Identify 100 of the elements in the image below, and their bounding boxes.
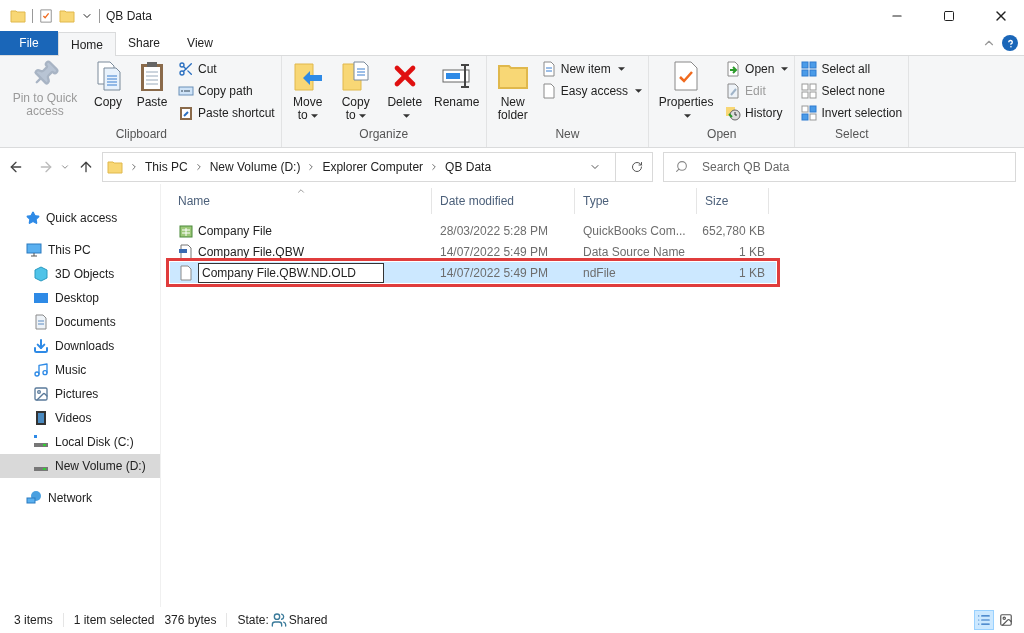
group-label: Select (834, 126, 870, 143)
ribbon-button[interactable]: Easy access (538, 80, 645, 102)
state-value: Shared (288, 612, 328, 629)
blank-file-icon (178, 264, 194, 281)
ribbon-button[interactable]: History (723, 102, 791, 124)
properties-icon[interactable] (39, 8, 53, 24)
star-icon (26, 211, 40, 225)
size-cell-text: 1 KB (738, 243, 766, 261)
ribbon-button[interactable]: Move to (285, 56, 330, 122)
ribbon-button[interactable]: Properties (653, 56, 720, 122)
ribbon-button[interactable]: Copy path (176, 80, 277, 102)
ribbon-button[interactable]: Invert selection (799, 102, 905, 124)
sort-icon (296, 186, 306, 196)
ribbon-tab[interactable]: File (0, 31, 58, 55)
file-name: Company File.QBW (198, 243, 305, 261)
picture-icon (33, 386, 49, 402)
group-label: Clipboard (114, 126, 169, 143)
ribbon-button[interactable]: Copy to (333, 56, 378, 122)
group-label: New (554, 126, 581, 143)
column-header[interactable]: Name (170, 188, 432, 214)
sidebar-item[interactable]: Network (0, 486, 160, 510)
sidebar-item[interactable]: Desktop (0, 286, 160, 310)
path-icon (178, 83, 194, 99)
column-header[interactable]: Type (575, 188, 697, 214)
ribbon-button[interactable]: Cut (176, 58, 277, 80)
state-label: State: (237, 612, 269, 629)
rename-field[interactable]: Company File.QBW.ND.OLD (198, 262, 384, 283)
sidebar-item[interactable]: 3D Objects (0, 262, 160, 286)
ribbon-tab[interactable]: Share (116, 31, 172, 55)
address-bar[interactable]: This PC New Volume (D:) Explorer Computer QB Data (102, 152, 653, 182)
ribbon-button[interactable]: Rename (431, 56, 482, 109)
size-cell-text: 1 KB (738, 264, 766, 282)
sidebar-item[interactable]: Documents (0, 310, 160, 334)
sidebar-item[interactable]: Quick access (0, 206, 160, 230)
group-label: Open (706, 126, 738, 143)
details-list-icon (977, 613, 991, 627)
caret-icon (781, 67, 789, 71)
ribbon-button[interactable]: Select all (799, 58, 905, 80)
ribbon-tab[interactable]: View (172, 31, 228, 55)
database-file-icon (178, 243, 194, 260)
sidebar-item[interactable]: Downloads (0, 334, 160, 358)
file-name: Company File (198, 222, 273, 240)
refresh-icon[interactable] (631, 161, 643, 173)
file-row[interactable]: Company File 28/03/2022 5:28 PM QuickBooks Com... 652,780 KB (170, 220, 776, 241)
history-icon (725, 105, 742, 121)
maximize-icon (943, 10, 955, 22)
recent-locations-icon[interactable] (60, 162, 70, 172)
ribbon-button[interactable]: New item (538, 58, 645, 80)
invert-selection-icon (801, 105, 818, 121)
scissors-icon (178, 61, 194, 77)
open-icon (725, 61, 742, 77)
download-icon (33, 338, 49, 354)
help-icon[interactable] (1002, 35, 1018, 51)
sidebar-item[interactable]: New Volume (D:) (0, 454, 160, 478)
folder-icon (10, 8, 26, 24)
chevron-icon (129, 162, 139, 172)
up-icon[interactable] (78, 159, 94, 175)
back-icon[interactable] (8, 159, 24, 175)
clipboard-icon (178, 105, 194, 121)
caret-icon (310, 113, 318, 118)
sidebar-item[interactable]: Videos (0, 406, 160, 430)
details-view-button[interactable] (974, 610, 994, 630)
network-icon (26, 490, 42, 506)
edit-icon (725, 83, 742, 99)
sidebar-item[interactable]: Pictures (0, 382, 160, 406)
type-cell-text: Data Source Name (582, 243, 687, 261)
breadcrumb-item[interactable]: This PC (145, 158, 188, 176)
breadcrumb-item[interactable]: QB Data (445, 158, 492, 176)
sidebar-item[interactable]: Music (0, 358, 160, 382)
forward-icon[interactable] (38, 159, 54, 175)
sidebar-item[interactable]: This PC (0, 238, 160, 262)
file-row[interactable]: Company File.QBW 14/07/2022 5:49 PM Data Source Name 1 KB (170, 241, 776, 262)
column-header[interactable]: Date modified (432, 188, 575, 214)
ribbon-button[interactable]: Open (723, 58, 791, 80)
breadcrumb-item[interactable]: New Volume (D:) (209, 158, 301, 176)
document-icon (33, 314, 49, 330)
sidebar-item[interactable]: Local Disk (C:) (0, 430, 160, 454)
caret-icon (684, 113, 692, 118)
caret-icon (358, 113, 366, 118)
caret-icon (402, 113, 410, 118)
search-field[interactable]: Search QB Data (663, 152, 1016, 182)
ribbon-tab[interactable]: Home (58, 32, 116, 56)
ribbon-button[interactable]: Select none (799, 80, 905, 102)
ribbon-button[interactable]: Paste shortcut (176, 102, 277, 124)
window-title: QB Data (106, 8, 153, 25)
ribbon-button[interactable]: Paste (132, 56, 172, 109)
type-cell-text: ndFile (582, 264, 617, 282)
date-cell-text: 14/07/2022 5:49 PM (439, 264, 550, 282)
new-folder-icon (59, 8, 75, 24)
film-icon (33, 410, 49, 426)
music-icon (33, 362, 49, 378)
ribbon-button[interactable]: Copy (88, 56, 128, 109)
picture-icon (999, 613, 1013, 627)
item-count: 3 items (14, 612, 53, 629)
breadcrumb-item[interactable]: Explorer Computer (322, 158, 424, 176)
ribbon-button[interactable]: Delete (381, 56, 428, 122)
select-none-icon (801, 83, 818, 99)
ribbon-button[interactable]: New folder (490, 56, 535, 122)
column-header[interactable]: Size (697, 188, 769, 214)
drive-icon (34, 467, 48, 471)
